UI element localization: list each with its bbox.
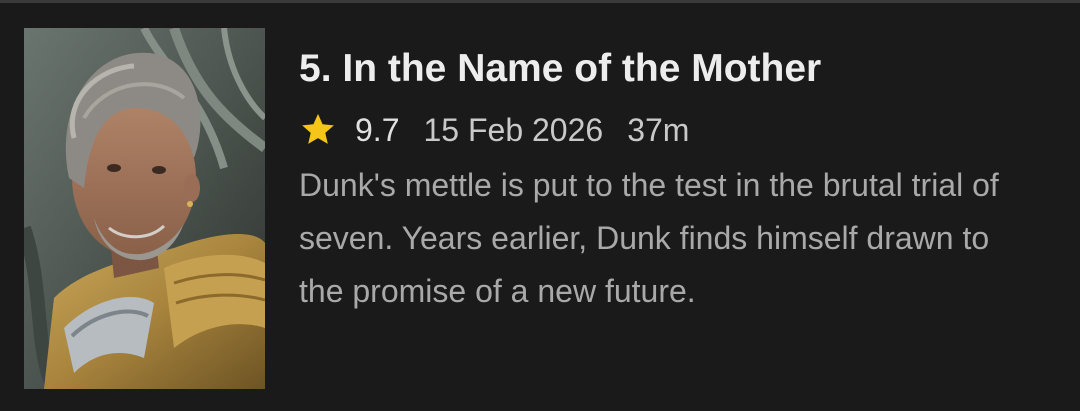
rating-value: 9.7 (355, 111, 400, 148)
episode-overview: Dunk's mettle is put to the test in the … (299, 167, 999, 309)
air-date: 15 Feb 2026 (423, 111, 604, 148)
runtime: 37m (627, 111, 690, 148)
episode-card[interactable]: 5. In the Name of the Mother 9.7 15 Feb … (0, 3, 1080, 411)
episode-title[interactable]: 5. In the Name of the Mother (299, 41, 1059, 97)
episode-still-image (24, 28, 265, 389)
episode-meta: 9.7 15 Feb 2026 37m (299, 107, 1059, 153)
episode-info: 5. In the Name of the Mother 9.7 15 Feb … (299, 41, 1059, 318)
episode-thumbnail[interactable] (24, 28, 265, 389)
star-icon (302, 113, 334, 144)
